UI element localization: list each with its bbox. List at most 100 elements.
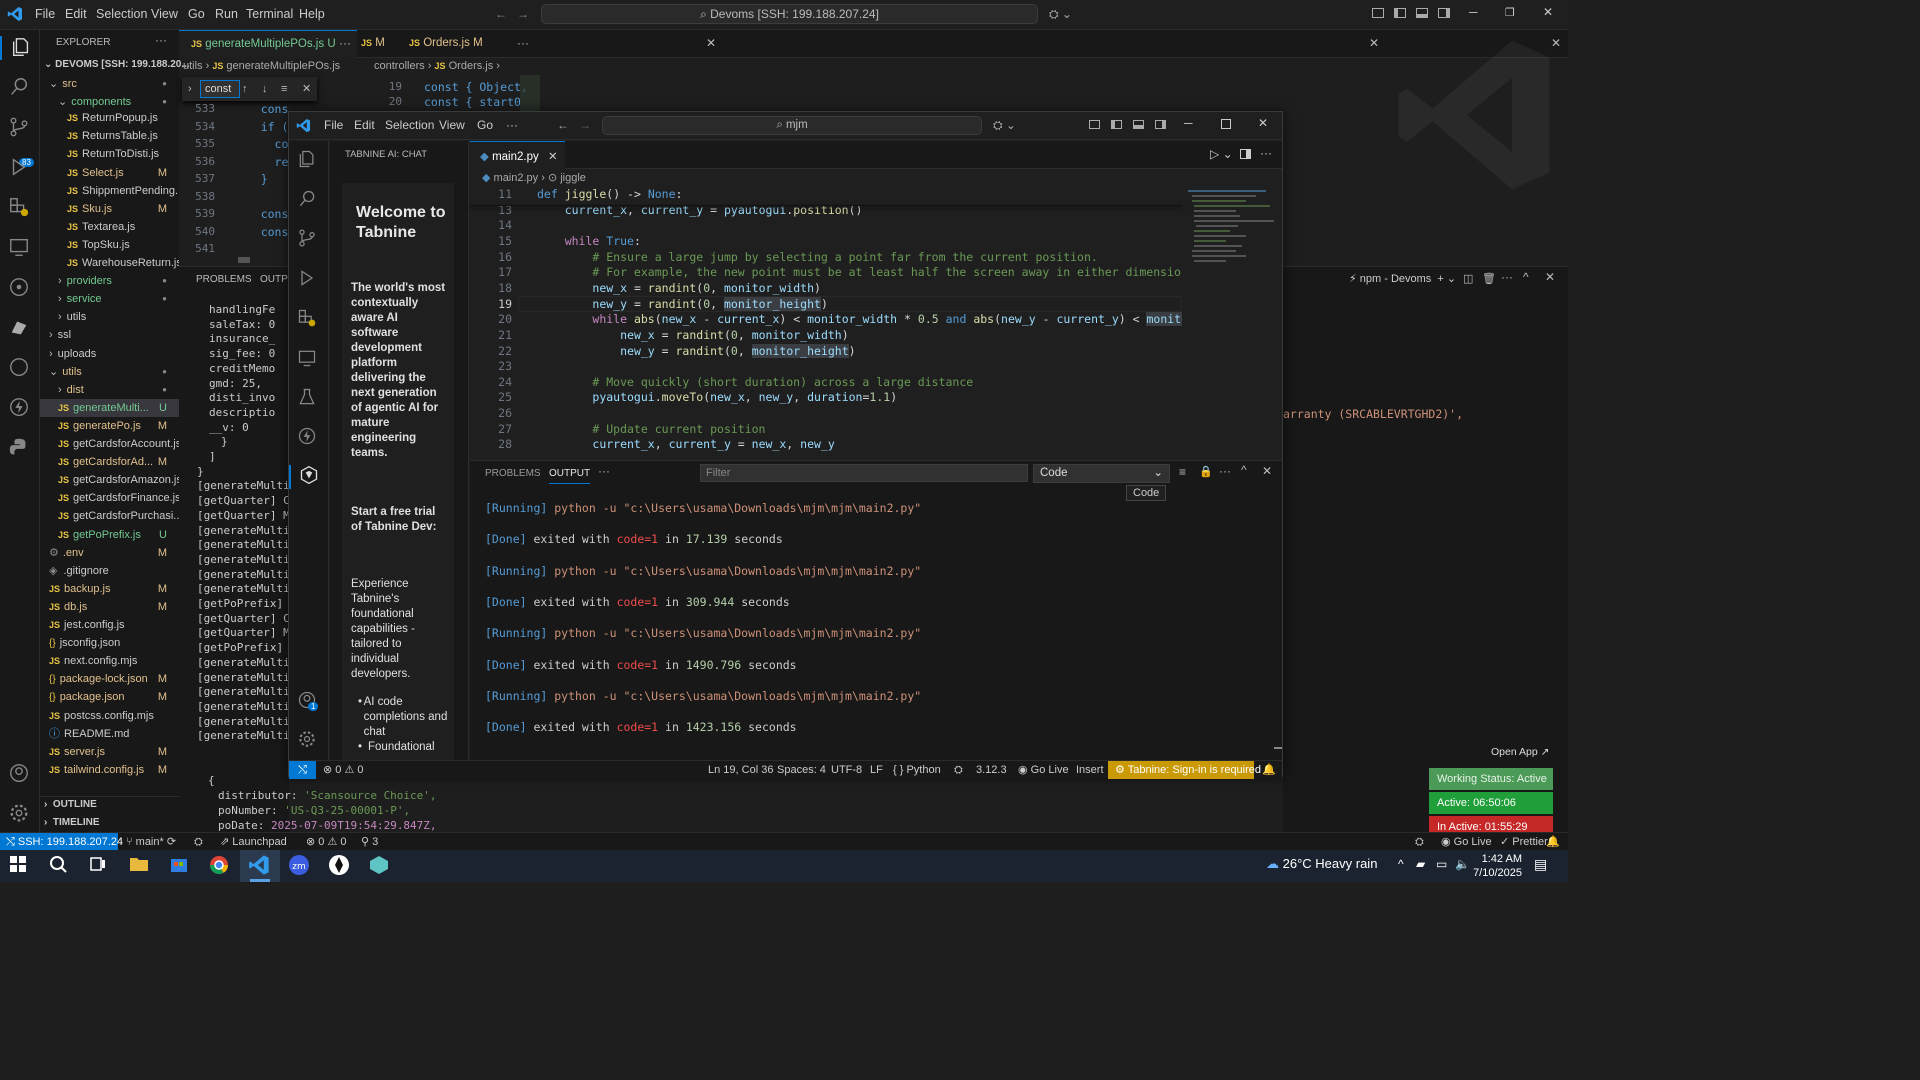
encoding[interactable]: UTF-8 [831,761,862,779]
thunder-client-icon[interactable] [297,426,321,450]
command-center-search[interactable]: ⌕ Devoms [SSH: 199.188.207.24] [541,4,1038,24]
maximize-icon[interactable] [1221,119,1231,129]
search-icon[interactable] [48,854,72,878]
toggle-sidebar-icon[interactable] [1111,120,1122,129]
more-icon[interactable]: ··· [339,36,351,50]
more-actions-icon[interactable]: ··· [155,33,167,47]
source-control-icon[interactable] [297,228,321,252]
tree-item[interactable]: {} package-lock.json M [40,670,179,688]
problems-status[interactable]: ⊗ 0 ⚠ 0 [323,761,364,779]
chevron-up-icon[interactable]: ^ [1398,857,1404,871]
more-icon[interactable]: ··· [598,464,610,478]
tab-problems[interactable]: PROBLEMS [485,468,541,479]
tree-item[interactable]: JS TopSku.js [40,236,179,254]
tree-item[interactable]: JS Sku.js M [40,200,179,218]
more-icon[interactable]: ··· [517,36,529,50]
select-all-icon[interactable]: ≡ [281,77,287,101]
gitlens-icon[interactable] [8,276,32,300]
back-arrow-icon[interactable]: ← [557,118,569,132]
breadcrumb-item[interactable]: generateMultiplePOs.js [226,60,340,72]
layout-customize-icon[interactable] [1089,120,1100,129]
run-debug-icon[interactable] [8,156,32,180]
close-panel-icon[interactable]: ✕ [1262,464,1272,478]
menu-item[interactable]: Go [188,7,205,21]
clear-output-icon[interactable]: ≡ [1179,465,1186,479]
remote-explorer-icon[interactable] [297,348,321,372]
tree-item[interactable]: JS generateMulti... U [40,399,179,417]
remote-indicator-icon[interactable]: ⤭ [289,761,316,779]
inner-command-center[interactable]: ⌕ mjm [602,116,982,135]
run-python-icon[interactable]: ▷ ⌄ [1210,147,1233,161]
minimize-icon[interactable]: ─ [1469,5,1478,19]
minimize-icon[interactable]: ─ [1184,116,1193,130]
lock-icon[interactable]: 🔒 [1199,465,1213,478]
language-mode[interactable]: { } Python [893,761,941,779]
store-icon[interactable] [168,854,192,878]
extensions-icon[interactable] [8,196,32,220]
notifications-bell-icon[interactable]: 🔔 [1262,761,1276,779]
ports-status[interactable]: ⚲ 3 [361,833,378,851]
tree-item[interactable]: ⌄ utils ● [40,363,179,381]
menu-item[interactable]: View [151,7,178,21]
tree-item[interactable]: JS Select.js M [40,164,179,182]
tab-orders[interactable]: JS Orders.js M [409,37,483,49]
chevron-right-icon[interactable]: › [188,83,192,95]
more-icon[interactable]: ··· [1219,464,1231,478]
trash-icon[interactable]: 🗑 [1482,272,1496,285]
maximize-panel-icon[interactable]: ^ [1241,463,1247,477]
tab-generate-multiple-pos[interactable]: JS generateMultiplePOs.js U [179,30,357,58]
source-control-icon[interactable] [8,116,32,140]
chrome-icon[interactable] [208,854,232,878]
tree-item[interactable]: JS getCardsforFinance.js [40,489,179,507]
tree-item[interactable]: JS jest.config.js [40,616,179,634]
menu-item[interactable]: Edit [65,7,87,21]
open-app-link[interactable]: Open App ↗ [1491,746,1549,758]
indentation[interactable]: Spaces: 4 [777,761,826,779]
volume-icon[interactable]: 🔈 [1455,857,1470,871]
tree-item[interactable]: JS getCardsforAmazon.js [40,471,179,489]
close-group-icon[interactable]: ✕ [706,36,716,50]
menu-item[interactable]: Selection [96,7,147,21]
filter-input[interactable]: Filter [700,464,1028,482]
breadcrumb-item[interactable]: main2.py [494,172,539,184]
accounts-icon[interactable] [8,762,32,786]
tree-item[interactable]: › ssl [40,326,179,344]
inner-code-editor[interactable]: 11 def jiggle() -> None: 13 current_x, cur… [470,186,1182,456]
cursor-position[interactable]: Ln 19, Col 36 [708,761,773,779]
tree-item[interactable]: › utils [40,308,179,326]
settings-gear-icon[interactable] [8,802,32,826]
network-icon[interactable]: ▭ [1436,857,1447,871]
arrow-down-icon[interactable]: ↓ [262,77,268,101]
timeline-section[interactable]: › TIMELINE [44,817,100,828]
scrollbar-thumb[interactable] [238,257,250,263]
zoom-icon[interactable]: zm [288,854,312,878]
breadcrumb-item[interactable]: jiggle [560,172,586,184]
search-icon[interactable] [8,76,32,100]
terminal-dropdown[interactable]: ⚡ npm - Devoms + ⌄ [1349,272,1456,285]
vscode-taskbar-icon[interactable] [248,854,272,878]
tab-js[interactable]: JS M [361,37,385,49]
tree-item[interactable]: › uploads [40,345,179,363]
close-tab-icon[interactable]: ✕ [548,151,558,163]
task-view-icon[interactable] [88,854,112,878]
tree-item[interactable]: JS postcss.config.mjs [40,707,179,725]
git-branch[interactable]: ⑂ main* ⟳ [126,833,176,851]
close-find-icon[interactable]: ✕ [302,77,311,101]
remote-ssh-indicator[interactable]: ⤭ SSH: 199.188.207.24 [0,833,123,851]
extensions-icon[interactable] [297,308,321,332]
toggle-secondary-sidebar-icon[interactable] [1155,120,1166,129]
copilot-status-icon[interactable]: ⛭ [954,761,963,779]
launchpad-button[interactable]: ⇗ Launchpad [220,833,287,851]
find-input[interactable]: const [200,80,240,98]
notification-center-icon[interactable]: ▤ [1534,856,1547,873]
menu-item[interactable]: Selection [385,118,434,132]
tab-output[interactable]: OUTPUT [549,468,591,484]
workspace-root[interactable]: ⌄ DEVOMS [SSH: 199.188.20... [44,59,190,70]
copilot-icon[interactable]: ⛭ ⌄ [1049,7,1072,22]
settings-gear-icon[interactable] [297,729,321,753]
close-window-icon[interactable]: ✕ [1258,116,1268,130]
tree-item[interactable]: JS WarehouseReturn.js [40,254,179,272]
more-actions-icon[interactable]: ··· [1260,146,1272,160]
menu-item[interactable]: Run [215,7,238,21]
copilot-icon[interactable]: ⛭ ⌄ [993,118,1016,133]
